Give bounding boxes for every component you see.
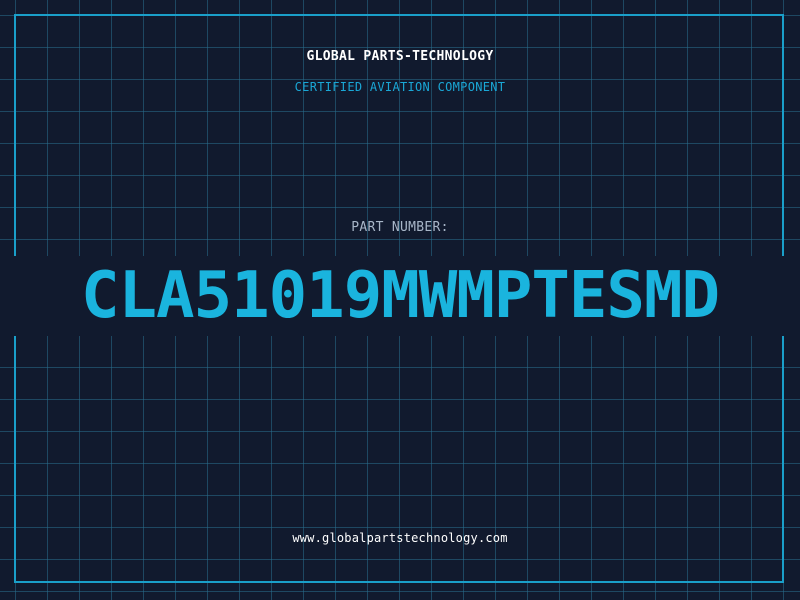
- certification-tagline: CERTIFIED AVIATION COMPONENT: [294, 80, 506, 94]
- company-name: GLOBAL PARTS-TECHNOLOGY: [306, 49, 494, 64]
- part-label-card: GLOBAL PARTS-TECHNOLOGY CERTIFIED AVIATI…: [0, 0, 800, 600]
- part-number-value: CLA51019MWMPTESMD: [80, 259, 720, 333]
- part-number-label: PART NUMBER:: [351, 220, 449, 235]
- website-url: www.globalpartstechnology.com: [292, 531, 508, 545]
